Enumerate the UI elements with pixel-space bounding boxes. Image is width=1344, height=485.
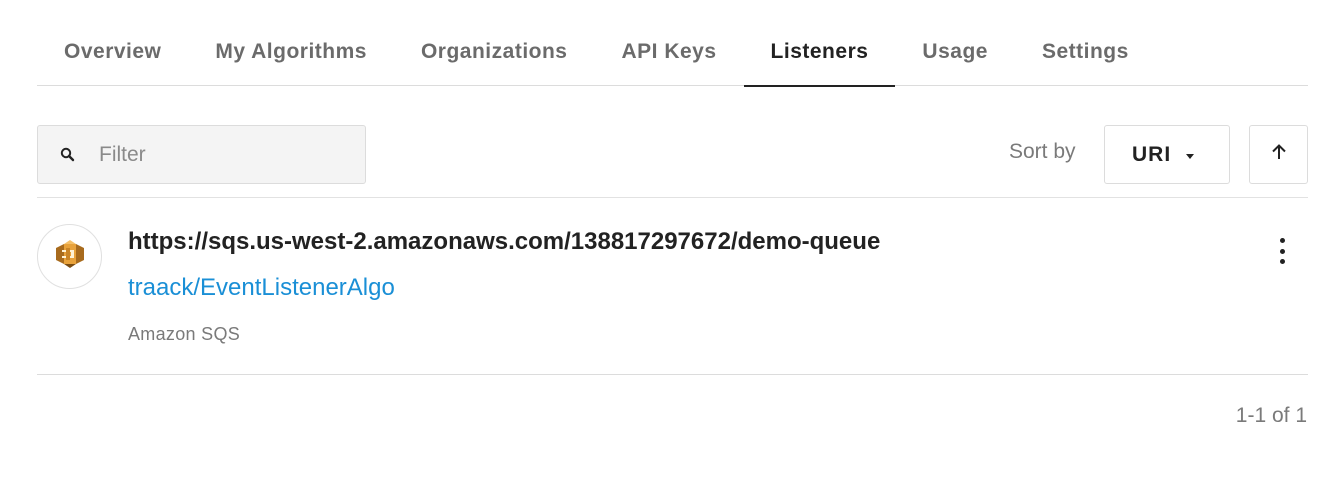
amazon-sqs-icon: [52, 236, 88, 277]
sort-by-label: Sort by: [1009, 140, 1076, 163]
tab-settings[interactable]: Settings: [1015, 28, 1156, 86]
listener-algorithm-link[interactable]: traack/EventListenerAlgo: [128, 274, 395, 302]
tab-overview[interactable]: Overview: [37, 28, 188, 86]
tab-organizations[interactable]: Organizations: [394, 28, 595, 86]
sort-by-select[interactable]: URI: [1104, 125, 1230, 184]
listener-type: Amazon SQS: [128, 324, 241, 344]
tab-api-keys[interactable]: API Keys: [595, 28, 744, 86]
search-icon: [58, 145, 78, 165]
avatar: [37, 224, 102, 289]
tab-listeners[interactable]: Listeners: [743, 28, 896, 87]
more-options-icon[interactable]: [1272, 238, 1292, 264]
arrow-up-icon: [1269, 142, 1289, 167]
filter-input[interactable]: [99, 142, 339, 167]
tab-usage[interactable]: Usage: [895, 28, 1015, 86]
sort-by-value: URI: [1132, 142, 1172, 166]
listener-uri: https://sqs.us-west-2.amazonaws.com/1388…: [128, 228, 881, 255]
pagination-text: 1-1 of 1: [1235, 404, 1307, 427]
listener-row: https://sqs.us-west-2.amazonaws.com/1388…: [37, 198, 1308, 375]
listeners-page: Overview My Algorithms Organizations API…: [0, 0, 1344, 485]
tab-my-algorithms[interactable]: My Algorithms: [188, 28, 394, 86]
sort-direction-button[interactable]: [1249, 125, 1308, 184]
filter-box: [37, 125, 366, 184]
tab-bar: Overview My Algorithms Organizations API…: [37, 28, 1308, 87]
caret-down-icon: [1186, 153, 1195, 159]
